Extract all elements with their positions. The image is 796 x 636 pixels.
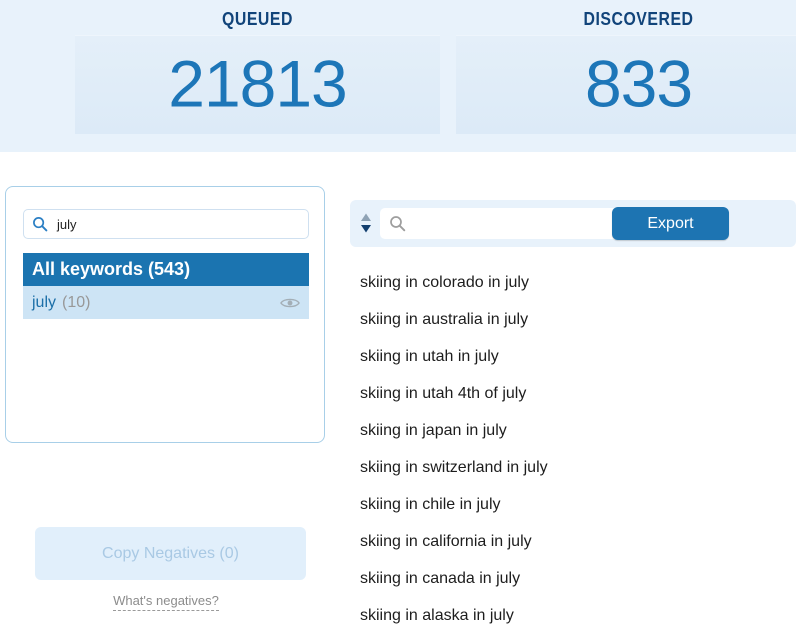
results-toolbar: Export <box>350 200 796 247</box>
list-item[interactable]: skiing in colorado in july <box>360 264 790 301</box>
list-item[interactable]: skiing in canada in july <box>360 560 790 597</box>
list-item[interactable]: skiing in california in july <box>360 523 790 560</box>
export-button[interactable]: Export <box>612 207 729 240</box>
list-item[interactable]: skiing in australia in july <box>360 301 790 338</box>
stats-band: QUEUED 21813 DISCOVERED 833 <box>0 0 796 152</box>
negatives-keyword-group: All keywords (543) july (10) <box>23 253 309 319</box>
keyword-results-list: skiing in colorado in july skiing in aus… <box>360 264 790 634</box>
queued-card: 21813 <box>75 35 440 134</box>
list-item[interactable]: skiing in japan in july <box>360 412 790 449</box>
discovered-value: 833 <box>456 51 796 117</box>
negatives-all-keywords-row[interactable]: All keywords (543) <box>23 253 309 286</box>
negatives-search-value: july <box>57 217 77 232</box>
negatives-search-input[interactable]: july <box>23 209 309 239</box>
negatives-keyword-name: july <box>32 294 56 312</box>
search-icon <box>389 215 406 232</box>
discovered-card: 833 <box>456 35 796 134</box>
sort-updown-icon[interactable] <box>358 212 374 234</box>
search-icon <box>32 216 48 232</box>
keyword-search-input[interactable] <box>380 208 632 239</box>
whats-negatives-link-wrap: What's negatives? <box>6 593 326 608</box>
eye-icon[interactable] <box>280 296 300 310</box>
list-item[interactable]: skiing in utah 4th of july <box>360 375 790 412</box>
copy-negatives-button[interactable]: Copy Negatives (0) <box>35 527 306 580</box>
whats-negatives-link[interactable]: What's negatives? <box>113 593 219 611</box>
negatives-keyword-count: (10) <box>62 294 90 312</box>
list-item[interactable]: skiing in switzerland in july <box>360 449 790 486</box>
queued-value: 21813 <box>75 51 440 117</box>
negatives-panel: july All keywords (543) july (10) Copy N… <box>5 186 325 443</box>
list-item[interactable]: skiing in alaska in july <box>360 597 790 634</box>
negatives-keyword-row[interactable]: july (10) <box>23 286 309 319</box>
discovered-label: DISCOVERED <box>478 9 796 30</box>
queued-label: QUEUED <box>97 9 418 30</box>
list-item[interactable]: skiing in utah in july <box>360 338 790 375</box>
list-item[interactable]: skiing in chile in july <box>360 486 790 523</box>
